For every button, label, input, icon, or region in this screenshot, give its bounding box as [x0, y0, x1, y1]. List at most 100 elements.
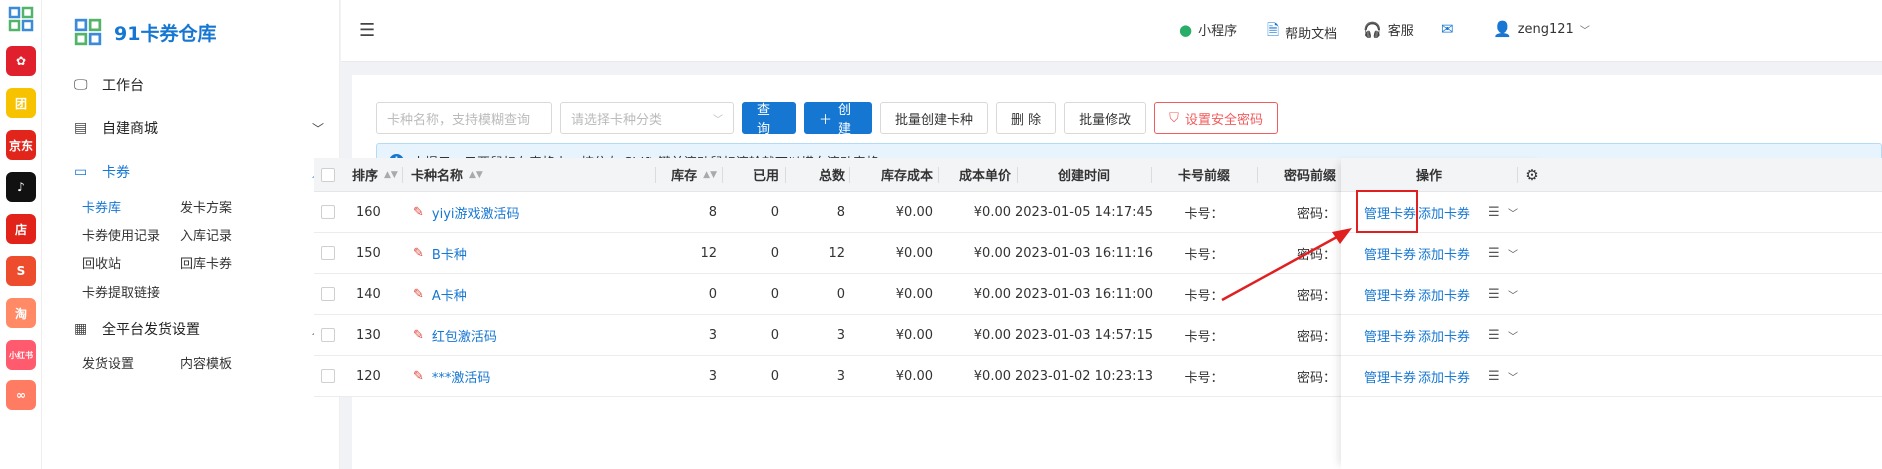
- sort-icon[interactable]: ▲▼: [469, 170, 483, 180]
- list-menu-icon[interactable]: ☰: [1488, 274, 1500, 314]
- cell-unit-cost: ¥0.00: [973, 204, 1011, 220]
- security-password-button[interactable]: ⛉ 设置安全密码: [1154, 102, 1278, 134]
- rail-app-icon[interactable]: S: [6, 256, 36, 286]
- table-row[interactable]: 130 ✎ 红包激活码 3 0 3 ¥0.00 ¥0.00 2023-01-03…: [314, 315, 1882, 356]
- sub-extract-link[interactable]: 卡券提取链接: [82, 282, 160, 301]
- rail-app-icon[interactable]: 团: [6, 88, 36, 118]
- mini-program-link[interactable]: ● 小程序: [1179, 20, 1237, 40]
- menu-collapse-icon[interactable]: ☰: [359, 20, 375, 41]
- col-name[interactable]: 卡种名称 ▲▼: [411, 158, 483, 191]
- brand[interactable]: 91卡券仓库: [74, 16, 216, 48]
- batch-edit-button[interactable]: 批量修改: [1064, 102, 1147, 134]
- sub-stock-in-records[interactable]: 入库记录: [180, 225, 232, 244]
- card-name-link[interactable]: B卡种: [432, 244, 467, 263]
- help-docs-link[interactable]: 🗎 帮助文档: [1267, 20, 1337, 45]
- table-row[interactable]: 150 ✎ B卡种 12 0 12 ¥0.00 ¥0.00 2023-01-03…: [314, 233, 1882, 274]
- chevron-down-icon[interactable]: ﹀: [1508, 274, 1518, 314]
- col-total: 总数: [818, 169, 845, 184]
- cell-card-prefix: 卡号：: [1184, 329, 1224, 345]
- card-name-link[interactable]: 红包激活码: [432, 326, 497, 345]
- chevron-down-icon[interactable]: ﹀: [1508, 315, 1518, 355]
- sub-returned-cards[interactable]: 回库卡券: [180, 253, 232, 272]
- col-stock[interactable]: 库存 ▲▼: [655, 158, 717, 191]
- card-name-link[interactable]: ***激活码: [432, 367, 491, 386]
- sub-content-template[interactable]: 内容模板: [180, 353, 232, 372]
- cell-stock: 8: [708, 204, 717, 220]
- list-menu-icon[interactable]: ☰: [1488, 315, 1500, 355]
- query-button[interactable]: 查 询: [742, 102, 796, 137]
- toolbar: 卡种名称，支持模糊查询 请选择卡种分类 ﹀ 查 询 ＋ 创建 批量创建卡种 删 …: [376, 102, 1278, 137]
- batch-create-button[interactable]: 批量创建卡种: [880, 102, 989, 134]
- card-name-link[interactable]: yiyi游戏激活码: [432, 203, 520, 222]
- add-cards-link[interactable]: 添加卡券: [1418, 233, 1470, 273]
- sub-usage-records[interactable]: 卡券使用记录: [82, 225, 160, 244]
- cell-name[interactable]: ✎ ***激活码: [413, 356, 490, 396]
- search-input[interactable]: 卡种名称，支持模糊查询: [376, 102, 552, 134]
- rail-app-icon[interactable]: 淘: [6, 298, 36, 328]
- sub-delivery-settings[interactable]: 发货设置: [82, 353, 134, 372]
- list-menu-icon[interactable]: ☰: [1488, 233, 1500, 273]
- list-menu-icon[interactable]: ☰: [1488, 356, 1500, 396]
- rail-app-icon[interactable]: 店: [6, 214, 36, 244]
- rail-app-icon[interactable]: ✿: [6, 46, 36, 76]
- edit-pen-icon[interactable]: ✎: [413, 205, 424, 220]
- edit-pen-icon[interactable]: ✎: [413, 328, 424, 343]
- manage-cards-link[interactable]: 管理卡券: [1364, 356, 1416, 396]
- monitor-icon: 🖵: [74, 77, 88, 93]
- card-name-link[interactable]: A卡种: [432, 285, 467, 304]
- edit-pen-icon[interactable]: ✎: [413, 287, 424, 302]
- shield-icon: ⛉: [1169, 110, 1179, 126]
- list-menu-icon[interactable]: ☰: [1488, 192, 1500, 232]
- rail-app-icon[interactable]: 京东: [6, 130, 36, 160]
- chevron-down-icon[interactable]: ﹀: [1508, 192, 1518, 232]
- chevron-down-icon[interactable]: ﹀: [1508, 356, 1518, 396]
- select-all-checkbox[interactable]: [321, 158, 335, 191]
- nav-delivery[interactable]: ▦ 全平台发货设置 ︿: [74, 317, 324, 341]
- sub-card-plan[interactable]: 发卡方案: [180, 197, 232, 216]
- cell-name[interactable]: ✎ B卡种: [413, 233, 467, 273]
- col-sort[interactable]: 排序 ▲▼: [352, 158, 398, 191]
- table-row[interactable]: 140 ✎ A卡种 0 0 0 ¥0.00 ¥0.00 2023-01-03 1…: [314, 274, 1882, 315]
- add-cards-link[interactable]: 添加卡券: [1418, 356, 1470, 396]
- table-row[interactable]: 120 ✎ ***激活码 3 0 3 ¥0.00 ¥0.00 2023-01-0…: [314, 356, 1882, 397]
- row-checkbox[interactable]: [321, 274, 335, 314]
- rail-app-icon[interactable]: 小红书: [6, 340, 36, 370]
- manage-cards-link[interactable]: 管理卡券: [1364, 315, 1416, 355]
- sidebar: 91卡券仓库 🖵 工作台 ▤ 自建商城 ﹀ ▭ 卡券 ︿ 卡券库 发卡方案 卡券…: [42, 0, 340, 469]
- delete-button[interactable]: 删 除: [996, 102, 1057, 134]
- table-row[interactable]: 160 ✎ yiyi游戏激活码 8 0 8 ¥0.00 ¥0.00 2023-0…: [314, 192, 1882, 233]
- add-cards-link[interactable]: 添加卡券: [1418, 315, 1470, 355]
- add-cards-link[interactable]: 添加卡券: [1418, 192, 1470, 232]
- row-checkbox[interactable]: [321, 356, 335, 396]
- cell-sort: 160: [356, 204, 381, 220]
- manage-cards-link[interactable]: 管理卡券: [1364, 233, 1416, 273]
- manage-cards-link[interactable]: 管理卡券: [1364, 274, 1416, 314]
- add-cards-link[interactable]: 添加卡券: [1418, 274, 1470, 314]
- nav-mall[interactable]: ▤ 自建商城 ﹀: [74, 116, 324, 140]
- nav-cards[interactable]: ▭ 卡券 ︿: [74, 160, 324, 184]
- cell-name[interactable]: ✎ 红包激活码: [413, 315, 497, 355]
- customer-service-link[interactable]: 🎧 客服: [1363, 20, 1414, 40]
- sub-recycle-bin[interactable]: 回收站: [82, 253, 121, 272]
- sort-icon[interactable]: ▲▼: [703, 170, 717, 180]
- row-checkbox[interactable]: [321, 192, 335, 232]
- user-menu[interactable]: 👤 zeng121 ﹀: [1493, 20, 1590, 38]
- column-settings-gear-icon[interactable]: ⚙: [1517, 158, 1547, 191]
- sort-icon[interactable]: ▲▼: [384, 170, 398, 180]
- chevron-down-icon: ﹀: [713, 114, 723, 126]
- create-button[interactable]: ＋ 创建: [804, 102, 872, 137]
- chevron-down-icon[interactable]: ﹀: [1508, 233, 1518, 273]
- cell-name[interactable]: ✎ yiyi游戏激活码: [413, 192, 520, 232]
- sub-card-library[interactable]: 卡券库: [82, 197, 121, 216]
- row-checkbox[interactable]: [321, 315, 335, 355]
- messages-button[interactable]: ✉: [1441, 20, 1454, 38]
- grid-logo-icon[interactable]: [8, 6, 34, 32]
- row-checkbox[interactable]: [321, 233, 335, 273]
- edit-pen-icon[interactable]: ✎: [413, 246, 424, 261]
- category-select[interactable]: 请选择卡种分类 ﹀: [560, 102, 734, 134]
- rail-app-icon[interactable]: ∞: [6, 380, 36, 410]
- nav-workbench[interactable]: 🖵 工作台: [74, 73, 324, 97]
- cell-name[interactable]: ✎ A卡种: [413, 274, 467, 314]
- edit-pen-icon[interactable]: ✎: [413, 369, 424, 384]
- rail-app-icon[interactable]: ♪: [6, 172, 36, 202]
